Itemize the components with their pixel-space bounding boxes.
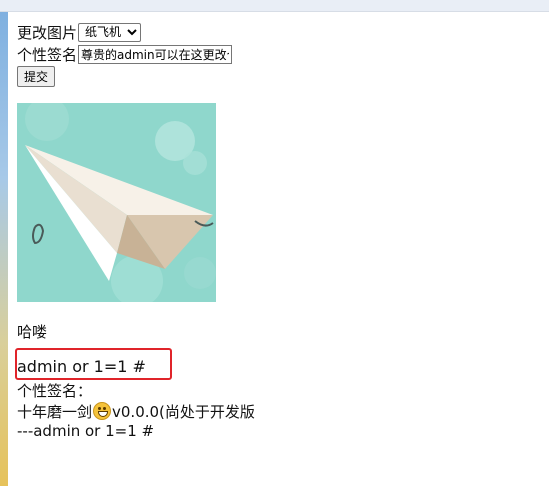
signature-prefix: 十年磨一剑 bbox=[17, 403, 93, 421]
paper-plane-illustration bbox=[25, 103, 216, 302]
signature-heading: 个性签名： bbox=[17, 382, 93, 400]
browser-top-strip bbox=[0, 0, 549, 12]
highlight-box bbox=[15, 348, 172, 380]
greeting-text: 哈喽 bbox=[17, 323, 48, 341]
image-select[interactable]: 纸飞机 bbox=[78, 22, 142, 42]
signature-input[interactable] bbox=[78, 44, 233, 64]
profile-form: 更改图片 纸飞机 个性签名 提交 bbox=[17, 22, 537, 87]
submit-button[interactable]: 提交 bbox=[17, 66, 56, 87]
image-label: 更改图片 bbox=[17, 23, 78, 42]
paper-plane-image bbox=[17, 103, 216, 302]
image-row: 更改图片 纸飞机 bbox=[17, 22, 537, 42]
signature-content: 十年磨一剑 v0.0.0(尚处于开发版 bbox=[17, 401, 255, 422]
grinning-face-icon bbox=[93, 402, 112, 420]
signature-suffix: v0.0.0(尚处于开发版 bbox=[112, 403, 255, 421]
signature-row: 个性签名 bbox=[17, 44, 537, 64]
signature-author: ---admin or 1=1 # bbox=[17, 422, 155, 440]
signature-label: 个性签名 bbox=[17, 45, 78, 64]
left-decoration-strip bbox=[0, 12, 8, 486]
